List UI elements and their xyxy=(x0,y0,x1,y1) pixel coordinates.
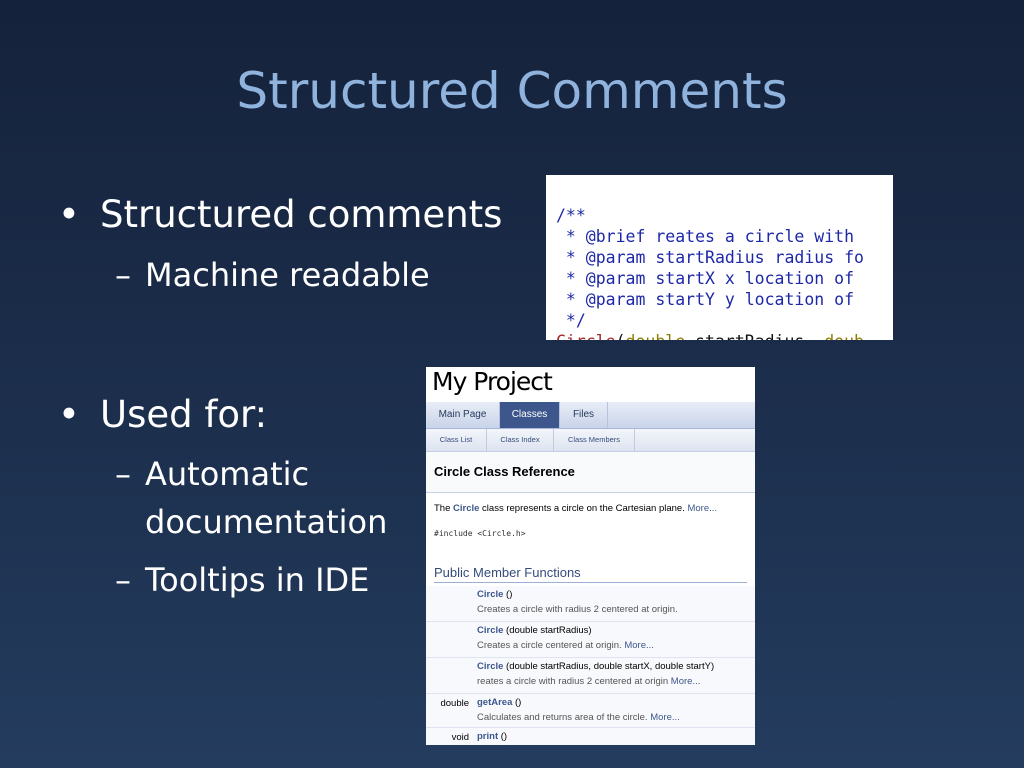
code-line: /** xyxy=(556,206,586,225)
code-line: * @param startRadius radius fo xyxy=(556,248,864,267)
member-signature: Circle (double startRadius) xyxy=(477,625,592,636)
member-signature: print () xyxy=(477,731,507,742)
member-link[interactable]: Circle xyxy=(477,589,503,600)
member-brief-text: Calculates and returns area of the circl… xyxy=(477,712,651,723)
member-args: (double startRadius, double startX, doub… xyxy=(503,661,715,672)
dash: – xyxy=(115,256,131,294)
bullet-dot: • xyxy=(58,193,80,236)
more-link[interactable]: More... xyxy=(671,676,701,687)
member-signature: getArea () xyxy=(477,697,521,708)
class-description: The Circle class represents a circle on … xyxy=(434,503,717,514)
tab-class-list[interactable]: Class List xyxy=(426,429,487,451)
member-signature: Circle (double startRadius, double start… xyxy=(477,661,714,672)
member-args: () xyxy=(512,697,522,708)
bullet-2-text: Used for: xyxy=(100,393,268,436)
member-brief: Calculates and returns area of the circl… xyxy=(477,712,680,723)
code-line: * @param startX x location of xyxy=(556,269,855,288)
member-link[interactable]: print xyxy=(477,731,498,742)
member-return-type: double xyxy=(440,698,469,709)
more-link[interactable]: More... xyxy=(624,640,654,651)
member-args: () xyxy=(498,731,508,742)
doxygen-page: My Project Main Page Classes Files Class… xyxy=(426,367,755,745)
member-link[interactable]: Circle xyxy=(477,661,503,672)
tab-classes[interactable]: Classes xyxy=(500,402,560,428)
bullet-1-text: Structured comments xyxy=(100,193,503,236)
code-snippet: /** * @brief reates a circle with * @par… xyxy=(546,175,893,340)
code-text: startRadius, xyxy=(685,332,824,340)
code-keyword: doub xyxy=(824,332,864,340)
code-line-signature: Circle(double startRadius, doub xyxy=(556,331,893,340)
member-link[interactable]: Circle xyxy=(477,625,503,636)
code-paren: ( xyxy=(616,332,626,340)
tab-main-page[interactable]: Main Page xyxy=(426,402,500,428)
sub-bullet-text-cont: documentation xyxy=(145,503,388,541)
member-row: Circle (double startRadius) Creates a ci… xyxy=(426,622,755,658)
sub-bullet-text: Machine readable xyxy=(145,256,430,294)
member-link[interactable]: getArea xyxy=(477,697,512,708)
member-brief: Creates a circle centered at origin. Mor… xyxy=(477,640,654,651)
dash: – xyxy=(115,561,131,599)
desc-text: The xyxy=(434,503,454,514)
dash: – xyxy=(115,455,131,493)
bullet-dot: • xyxy=(58,393,80,436)
member-brief: Creates a circle with radius 2 centered … xyxy=(477,604,678,615)
tab-class-index[interactable]: Class Index xyxy=(487,429,554,451)
code-line: */ xyxy=(556,311,586,330)
more-link[interactable]: More... xyxy=(650,712,680,723)
section-title: Public Member Functions xyxy=(434,565,747,583)
member-args: () xyxy=(503,589,513,600)
code-line: * @param startY y location of xyxy=(556,290,855,309)
member-row: Circle () Creates a circle with radius 2… xyxy=(426,586,755,622)
page-header: Circle Class Reference xyxy=(426,452,755,493)
code-keyword: double xyxy=(626,332,686,340)
sub-bullet-text: Automatic xyxy=(145,455,310,493)
member-row: void print () xyxy=(426,728,755,745)
page-title: Circle Class Reference xyxy=(434,464,575,479)
member-row: Circle (double startRadius, double start… xyxy=(426,658,755,694)
member-return-type: void xyxy=(451,732,469,743)
member-brief-text: Creates a circle centered at origin. xyxy=(477,640,625,651)
more-link[interactable]: More... xyxy=(687,503,717,514)
member-row: double getArea () Calculates and returns… xyxy=(426,694,755,728)
code-function-name: Circle xyxy=(556,332,616,340)
main-tabs: Main Page Classes Files xyxy=(426,402,755,429)
sub-bullet-text: Tooltips in IDE xyxy=(145,561,370,599)
sub-tabs: Class List Class Index Class Members xyxy=(426,429,755,452)
desc-text: class represents a circle on the Cartesi… xyxy=(479,503,688,514)
tab-class-members[interactable]: Class Members xyxy=(554,429,635,451)
include-line: #include <Circle.h> xyxy=(434,529,526,538)
slide-title: Structured Comments xyxy=(236,62,788,120)
member-brief-text: reates a circle with radius 2 centered a… xyxy=(477,676,671,687)
member-brief: reates a circle with radius 2 centered a… xyxy=(477,676,700,687)
project-name: My Project xyxy=(432,367,553,396)
member-signature: Circle () xyxy=(477,589,512,600)
tab-files[interactable]: Files xyxy=(560,402,608,428)
circle-link[interactable]: Circle xyxy=(453,503,479,514)
code-line: * @brief reates a circle with xyxy=(556,227,855,246)
member-args: (double startRadius) xyxy=(503,625,592,636)
